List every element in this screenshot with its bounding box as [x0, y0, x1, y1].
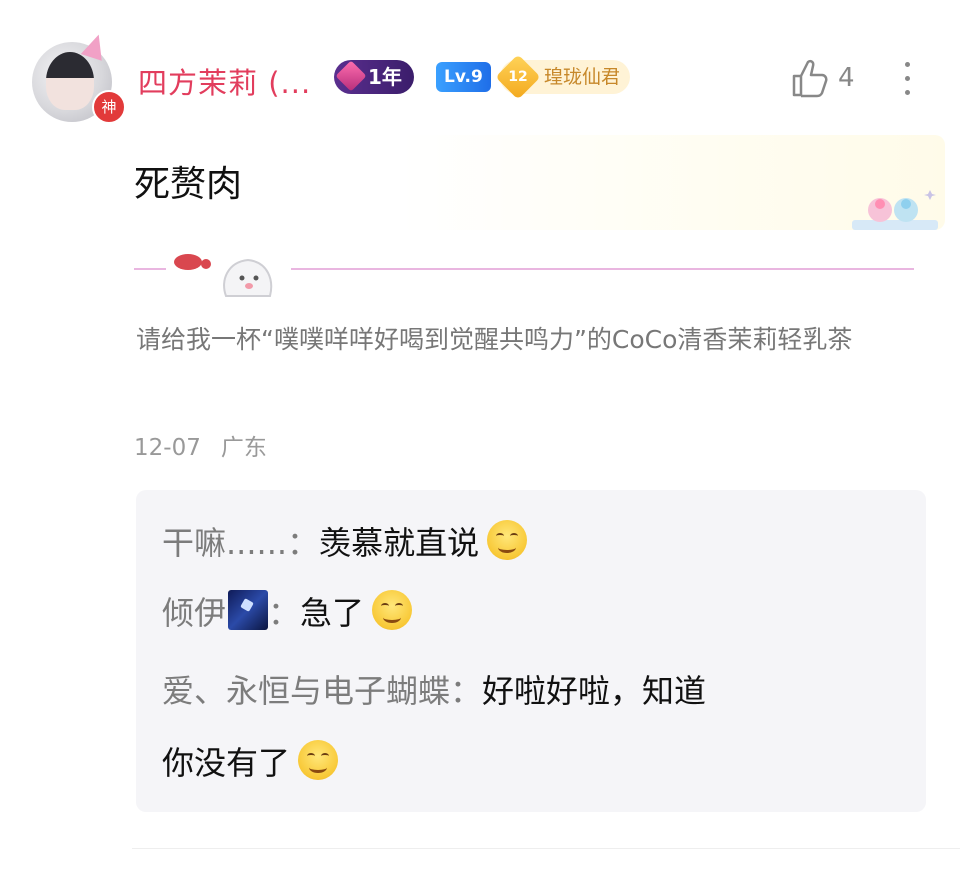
party-hat-icon — [80, 31, 110, 61]
post-date: 12-07 — [134, 435, 201, 461]
reply-item[interactable]: 干嘛......：羡慕就直说 — [162, 518, 528, 564]
post-content: 死赘肉 — [134, 164, 243, 205]
reply-list[interactable]: 干嘛......：羡慕就直说 倾伊 ：急了 爱、永恒与电子蝴蝶：好啦好啦，知道 你… — [136, 490, 926, 812]
reply-text-continued: 你没有了 — [162, 744, 291, 782]
post-location: 广东 — [220, 435, 267, 461]
ghost-decoration-icon — [166, 240, 291, 300]
reply-author[interactable]: 倾伊 — [162, 594, 226, 632]
cover-mouth-emoji-icon — [372, 590, 413, 630]
reply-separator: ： — [450, 672, 483, 710]
reply-item-continued: 你没有了 — [162, 738, 339, 784]
year-badge[interactable]: 1年 — [334, 60, 414, 94]
galaxy-image-icon — [228, 590, 269, 630]
reply-text: 好啦好啦，知道 — [482, 672, 707, 710]
reply-text: 羡慕就直说 — [319, 524, 480, 562]
thumbs-up-icon — [792, 59, 828, 98]
reply-separator: ： — [268, 594, 301, 632]
title-badge-label: 瑝珑仙君 — [544, 66, 621, 88]
dessert-decoration-icon — [852, 190, 938, 230]
username[interactable]: 四方茉莉 (... — [138, 60, 311, 102]
reply-item[interactable]: 爱、永恒与电子蝴蝶：好啦好啦，知道 — [162, 666, 706, 712]
bottom-divider — [132, 848, 960, 849]
title-rank-number: 12 — [508, 69, 528, 85]
diamond-icon — [335, 60, 367, 92]
like-count: 4 — [838, 63, 855, 93]
like-button[interactable]: 4 — [790, 58, 855, 98]
smile-emoji-icon — [487, 520, 528, 560]
reply-text: 急了 — [300, 594, 365, 632]
signature-text: 请给我一杯“噗噗咩咩好喝到觉醒共鸣力”的CoCo清香茉莉轻乳茶 — [136, 325, 853, 354]
level-badge[interactable]: Lv.9 — [436, 62, 491, 92]
more-options-icon[interactable] — [898, 62, 916, 102]
year-badge-label: 1年 — [368, 65, 402, 89]
title-badge[interactable]: 12 瑝珑仙君 — [495, 54, 631, 100]
smile-emoji-icon — [298, 740, 339, 780]
reply-separator: ： — [287, 524, 320, 562]
post-meta: 12-07 广东 — [134, 428, 267, 462]
avatar[interactable]: 神 — [32, 31, 126, 124]
avatar-badge: 神 — [92, 90, 126, 124]
avatar-face — [46, 52, 94, 110]
reply-author[interactable]: 干嘛...... — [162, 524, 287, 562]
reply-author[interactable]: 爱、永恒与电子蝴蝶 — [162, 672, 450, 710]
reply-item[interactable]: 倾伊 ：急了 — [162, 588, 413, 634]
